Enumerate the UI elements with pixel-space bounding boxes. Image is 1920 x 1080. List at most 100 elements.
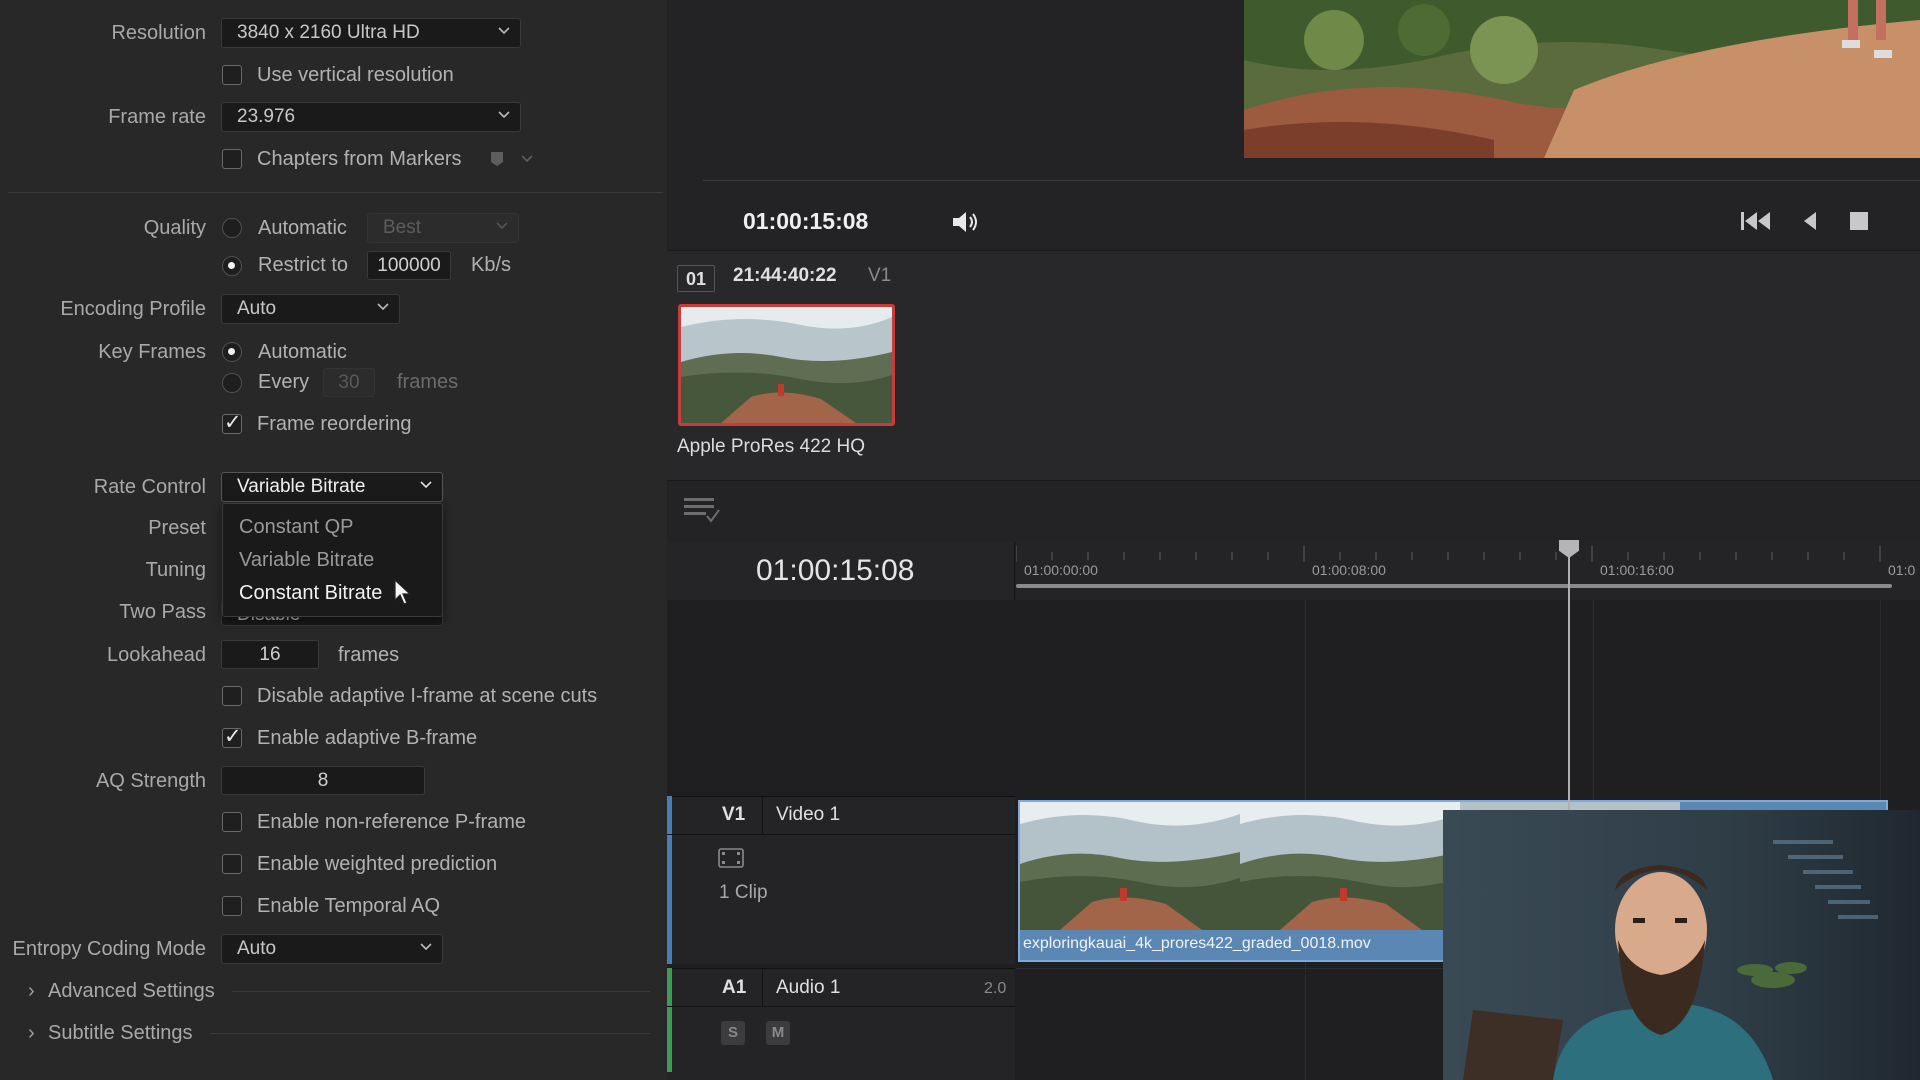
key-frames-every-input[interactable]: 30 — [323, 368, 375, 397]
render-settings-panel: Resolution 3840 x 2160 Ultra HD Use vert… — [0, 0, 667, 1080]
ruler-label: 01:00:08:00 — [1312, 562, 1386, 578]
webcam-overlay — [1443, 810, 1920, 1080]
tuning-label: Tuning — [145, 559, 206, 581]
weighted-prediction-checkbox[interactable] — [222, 854, 242, 874]
menu-item-constant-qp[interactable]: Constant QP — [239, 516, 354, 539]
audio-track-color — [667, 968, 672, 1072]
clip-track: V1 — [868, 265, 892, 286]
timeline-timecode: 01:00:15:08 — [756, 554, 915, 587]
volume-icon[interactable] — [951, 210, 979, 234]
frame-reordering-label: Frame reordering — [257, 413, 412, 435]
resolution-label: Resolution — [111, 22, 206, 44]
frame-rate-label: Frame rate — [108, 106, 206, 128]
audio-track-name[interactable]: Audio 1 — [776, 977, 840, 999]
aq-strength-label: AQ Strength — [95, 770, 206, 792]
chevron-down-icon — [420, 943, 432, 951]
frame-reordering-checkbox[interactable] — [222, 410, 242, 434]
non-reference-pframe-label: Enable non-reference P-frame — [257, 811, 527, 833]
marker-icon — [491, 152, 503, 166]
timeline-clip-name: exploringkauai_4k_prores422_graded_0018.… — [1023, 935, 1371, 952]
audio-track-header — [667, 968, 1015, 1080]
video-track-name[interactable]: Video 1 — [776, 804, 840, 826]
quality-automatic-radio[interactable] — [222, 218, 242, 238]
bitrate-input[interactable]: 100000 — [367, 251, 451, 280]
transport-controls — [1740, 208, 1920, 236]
quality-automatic-label: Automatic — [258, 217, 347, 239]
clip-thumbnail[interactable] — [678, 304, 895, 426]
chevron-down-icon — [377, 303, 389, 311]
solo-button[interactable]: S — [721, 1021, 745, 1045]
vertical-resolution-checkbox[interactable] — [222, 65, 242, 85]
quality-preset-dropdown[interactable]: Best — [367, 213, 519, 243]
rate-control-value: Variable Bitrate — [237, 476, 366, 497]
enable-adaptive-bframe-label: Enable adaptive B-frame — [257, 727, 478, 749]
weighted-prediction-label: Enable weighted prediction — [257, 853, 498, 875]
timeline-ruler[interactable]: 01:00:00:00 01:00:08:00 01:00:16:00 01:0 — [1016, 542, 1920, 600]
chevron-down-icon — [496, 222, 508, 230]
video-track-id: V1 — [722, 804, 746, 825]
encoding-profile-value: Auto — [237, 298, 277, 319]
chapters-checkbox[interactable] — [222, 149, 242, 169]
divider — [667, 1006, 1015, 1007]
two-pass-label: Two Pass — [119, 601, 206, 623]
advanced-settings-label: Advanced Settings — [48, 980, 215, 1002]
aq-strength-input[interactable]: 8 — [221, 766, 425, 795]
clip-codec-label: Apple ProRes 422 HQ — [677, 436, 865, 457]
key-frames-every-label: Every — [258, 371, 310, 393]
key-frames-automatic-radio[interactable] — [222, 342, 242, 362]
chevron-right-icon: › — [28, 1022, 35, 1044]
entropy-coding-value: Auto — [237, 938, 277, 959]
key-frames-every-radio[interactable] — [222, 373, 242, 393]
mute-button[interactable]: M — [766, 1021, 790, 1045]
viewer-preview-image — [1244, 0, 1920, 158]
film-strip-icon — [718, 848, 744, 868]
temporal-aq-checkbox[interactable] — [222, 896, 242, 916]
viewer-timecode: 01:00:15:08 — [743, 208, 869, 234]
play-reverse-icon[interactable] — [1801, 210, 1819, 232]
preset-label: Preset — [148, 517, 206, 539]
timeline-options-icon[interactable] — [683, 496, 721, 524]
ruler-label: 01:0 — [1888, 562, 1916, 578]
rate-control-dropdown[interactable]: Variable Bitrate — [221, 472, 443, 502]
divider — [762, 968, 763, 1006]
viewer-scrubber[interactable] — [703, 180, 1920, 181]
chapters-label: Chapters from Markers — [257, 148, 462, 170]
frame-rate-dropdown[interactable]: 23.976 — [221, 102, 521, 132]
disable-adaptive-iframe-label: Disable adaptive I-frame at scene cuts — [257, 685, 598, 707]
timeline-range-bar[interactable] — [1016, 584, 1892, 588]
video-track-header — [667, 796, 1015, 964]
subtitle-settings-label: Subtitle Settings — [48, 1022, 193, 1044]
lookahead-input[interactable]: 16 — [221, 640, 319, 669]
mouse-cursor-icon — [394, 579, 412, 605]
skip-to-start-icon[interactable] — [1740, 210, 1772, 232]
divider — [762, 796, 763, 834]
non-reference-pframe-checkbox[interactable] — [222, 812, 242, 832]
vertical-resolution-label: Use vertical resolution — [257, 64, 454, 86]
chevron-down-icon — [420, 481, 432, 489]
advanced-settings-toggle[interactable]: › Advanced Settings — [28, 980, 215, 1003]
temporal-aq-label: Enable Temporal AQ — [257, 895, 441, 917]
timeline-toolbar — [667, 480, 1920, 542]
divider — [232, 991, 650, 992]
quality-restrict-radio[interactable] — [222, 256, 242, 276]
enable-adaptive-bframe-checkbox[interactable] — [222, 724, 242, 748]
resolution-dropdown[interactable]: 3840 x 2160 Ultra HD — [221, 18, 521, 48]
disable-adaptive-iframe-checkbox[interactable] — [222, 686, 242, 706]
entropy-coding-dropdown[interactable]: Auto — [221, 934, 443, 964]
video-track-color — [667, 796, 672, 964]
stop-icon[interactable] — [1849, 211, 1869, 231]
divider — [8, 192, 663, 193]
encoding-profile-label: Encoding Profile — [60, 298, 206, 320]
bitrate-unit: Kb/s — [471, 254, 512, 276]
menu-item-variable-bitrate[interactable]: Variable Bitrate — [239, 549, 374, 572]
lookahead-label: Lookahead — [107, 644, 206, 666]
playhead[interactable] — [1568, 542, 1570, 810]
quality-restrict-label: Restrict to — [258, 254, 349, 276]
encoding-profile-dropdown[interactable]: Auto — [221, 294, 400, 324]
resolution-value: 3840 x 2160 Ultra HD — [237, 22, 420, 43]
menu-item-constant-bitrate[interactable]: Constant Bitrate — [239, 582, 382, 605]
subtitle-settings-toggle[interactable]: › Subtitle Settings — [28, 1022, 193, 1045]
frame-rate-value: 23.976 — [237, 106, 296, 127]
key-frames-unit: frames — [397, 371, 459, 393]
chevron-down-icon[interactable] — [521, 154, 533, 164]
